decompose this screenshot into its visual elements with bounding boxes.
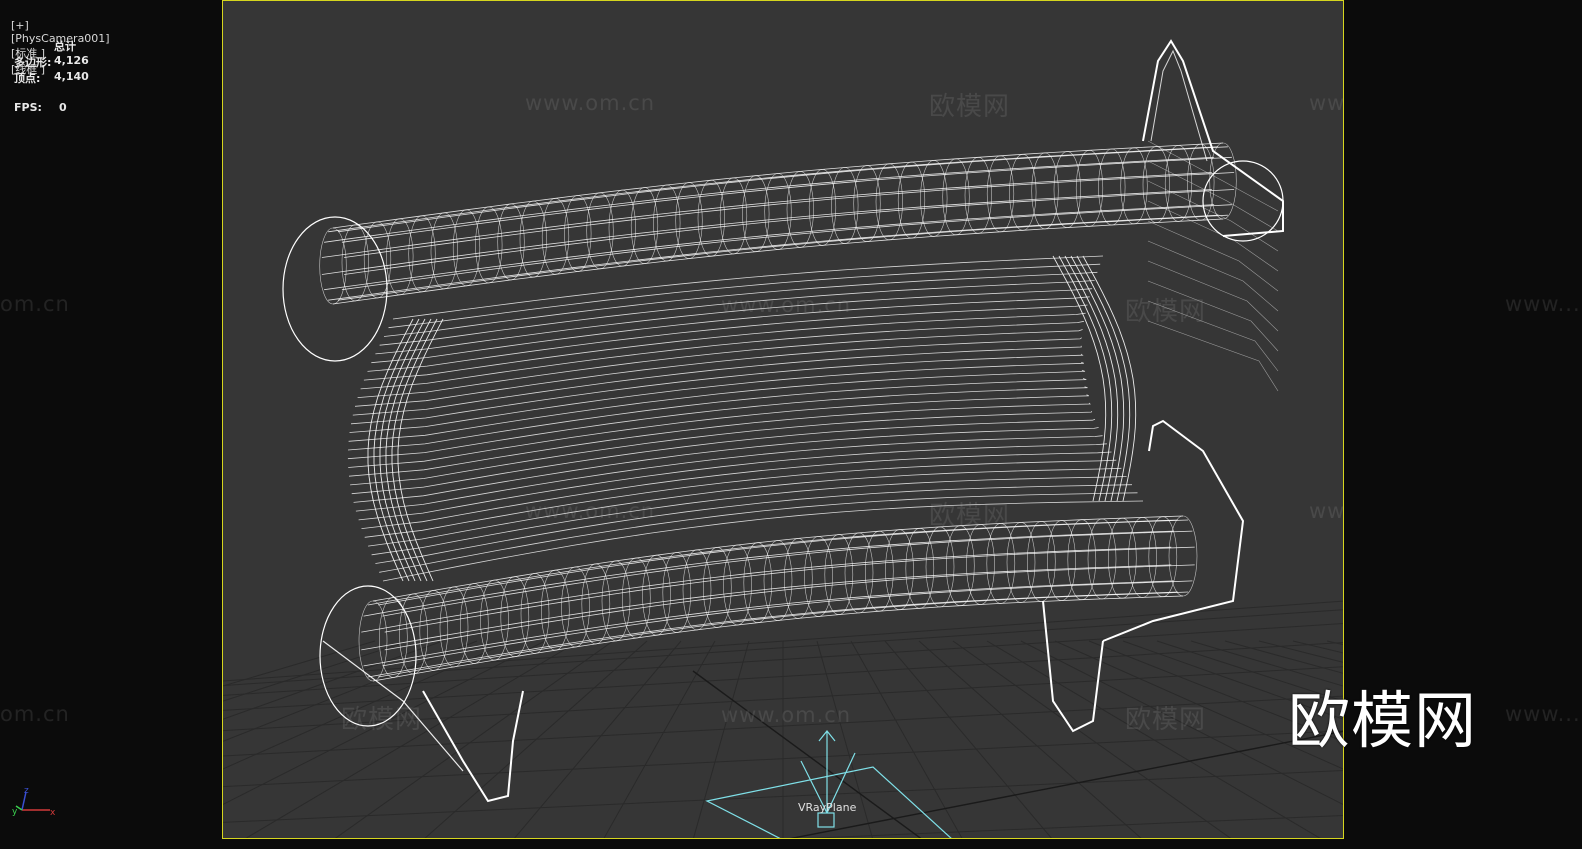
watermark-brand-2: 欧模网 bbox=[929, 92, 1011, 122]
watermark-brand-4: 欧模网 bbox=[223, 495, 226, 532]
viewport-menu-button[interactable]: [+] bbox=[11, 19, 29, 32]
watermark-site-right: www... bbox=[1505, 292, 1581, 316]
watermark-site-5: www.om.cn bbox=[1309, 499, 1344, 523]
watermark-site-4: www.om.cn bbox=[525, 499, 656, 523]
watermark-site-left-2: om.cn bbox=[0, 702, 70, 726]
watermark-site-right-2: www... bbox=[1505, 702, 1581, 726]
fps-label: FPS: bbox=[14, 101, 42, 114]
fps-value: 0 bbox=[59, 101, 67, 114]
vray-plane-helper[interactable] bbox=[705, 730, 953, 839]
brand-logo-watermark: 欧模网 bbox=[1288, 684, 1478, 757]
watermark-site-left: om.cn bbox=[0, 292, 70, 316]
watermark-brand-6: 欧模网 bbox=[341, 705, 423, 735]
watermark-site-2: www.om.cn bbox=[1309, 91, 1344, 115]
axis-z-label: z bbox=[24, 786, 29, 796]
axis-gizmo: x z y bbox=[10, 784, 60, 825]
watermark-site-6: www.om.cn bbox=[721, 703, 852, 727]
camera-viewport[interactable]: VRayPlane 欧模网 www.om.cn 欧模网 www.om.cn ww… bbox=[222, 0, 1344, 839]
axis-x-label: x bbox=[50, 808, 56, 818]
watermark-site-1: www.om.cn bbox=[525, 91, 656, 115]
vray-plane-label: VRayPlane bbox=[798, 801, 857, 814]
vertices-label: 顶点: bbox=[14, 72, 41, 85]
polygons-value: 4,126 bbox=[54, 54, 89, 67]
watermark-brand-7: 欧模网 bbox=[1125, 705, 1207, 735]
watermark-brand-1: 欧模网 bbox=[223, 86, 226, 123]
polygons-label: 多边形: bbox=[14, 56, 52, 69]
stats-header: 总计 bbox=[54, 40, 76, 53]
axis-y-label: y bbox=[12, 807, 18, 817]
watermark-site-3: www.om.cn bbox=[721, 293, 852, 317]
vertices-value: 4,140 bbox=[54, 70, 89, 83]
watermark-brand-5: 欧模网 bbox=[929, 501, 1011, 531]
watermark-brand-3: 欧模网 bbox=[1125, 297, 1207, 327]
